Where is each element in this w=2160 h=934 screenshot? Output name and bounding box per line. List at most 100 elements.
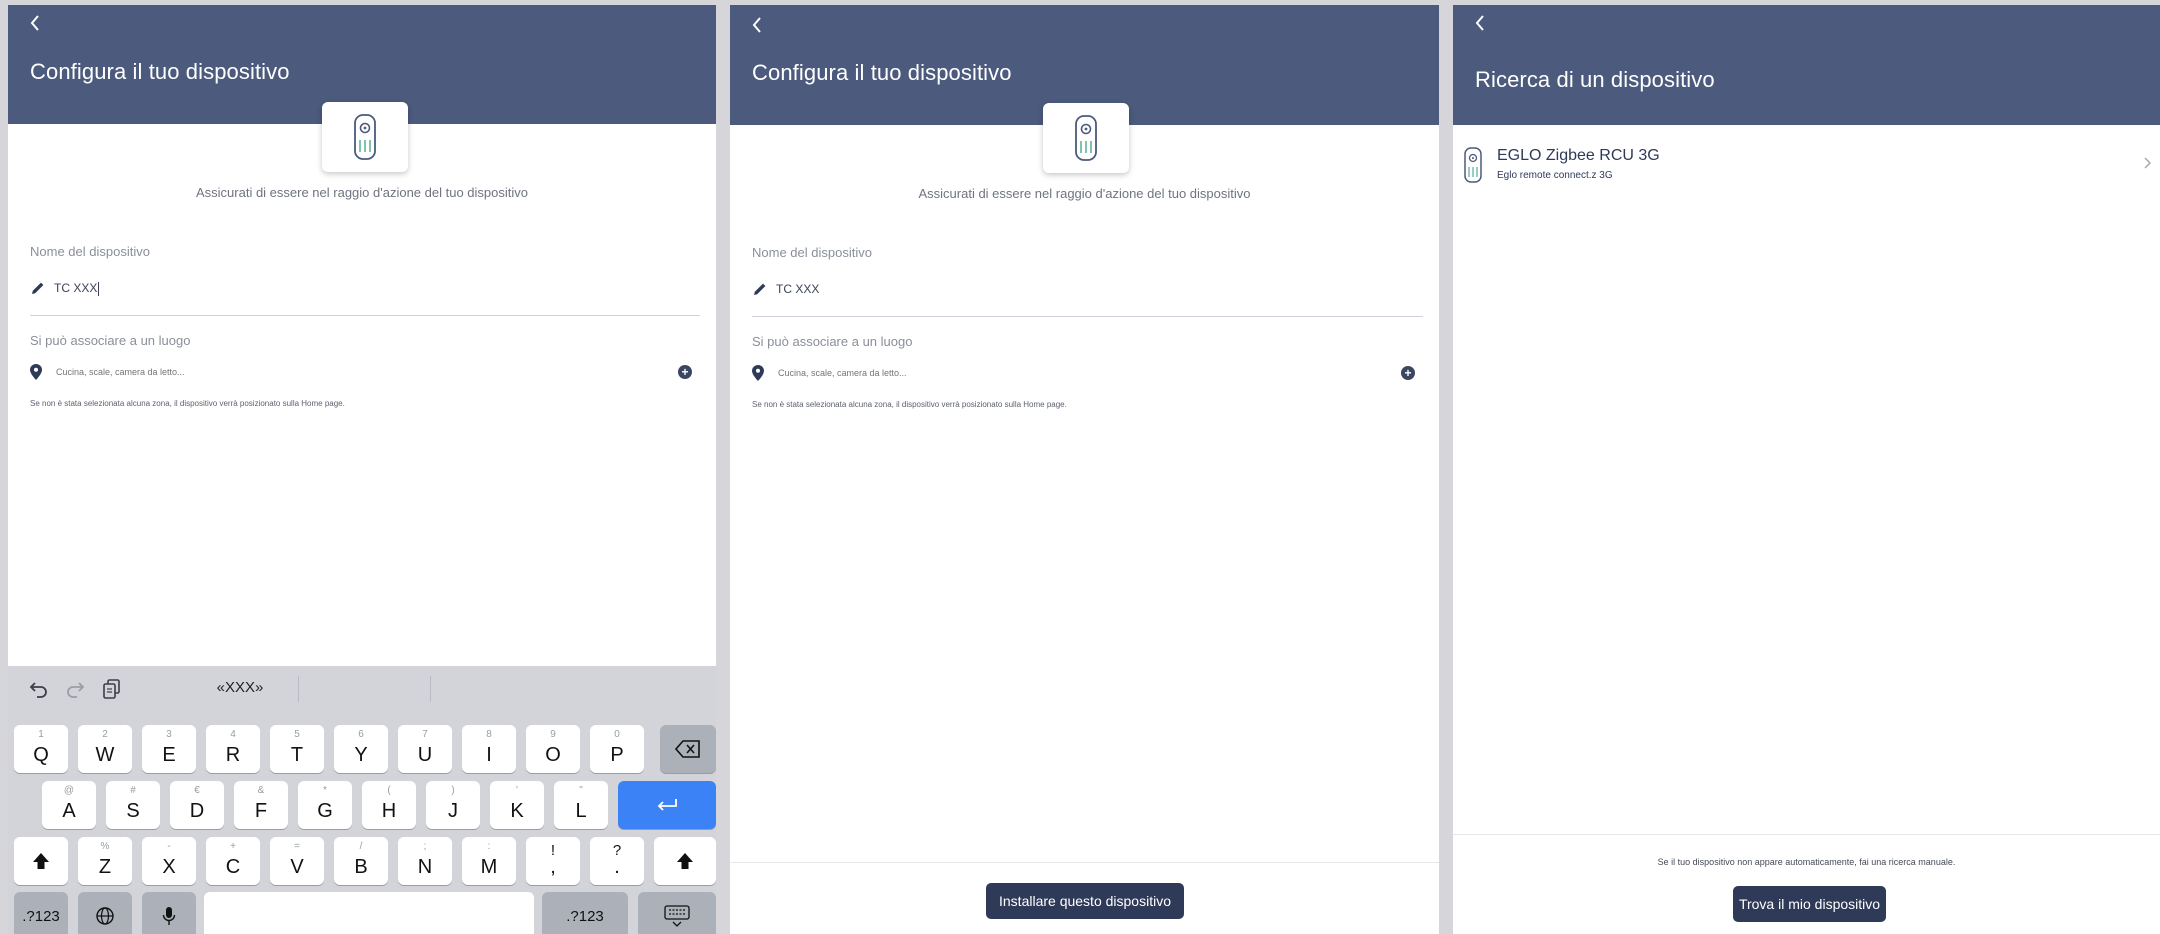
text-caret: [98, 281, 100, 296]
range-hint: Assicurati di essere nel raggio d'azione…: [918, 186, 1251, 201]
redo-icon[interactable]: [64, 678, 86, 700]
device-name-input[interactable]: TC XXX: [776, 282, 819, 296]
configure-screen-keyboard: Configura il tuo dispositivo Assicurati …: [8, 5, 716, 934]
back-button[interactable]: [750, 15, 774, 39]
back-chevron-icon: [30, 15, 39, 31]
pencil-icon: [754, 283, 766, 295]
plus-circle-icon[interactable]: +: [1401, 366, 1415, 380]
keyboard-toolbar: «XXX»: [8, 666, 716, 712]
globe-key[interactable]: [78, 892, 132, 934]
page-title: Configura il tuo dispositivo: [30, 59, 290, 84]
hide-keyboard-key[interactable]: [638, 892, 716, 934]
suggestion-divider: [298, 676, 299, 702]
key-u[interactable]: 7U: [398, 725, 452, 773]
keyboard-suggestion[interactable]: «XXX»: [176, 679, 304, 696]
numbers-key-left[interactable]: .?123: [14, 892, 68, 934]
location-input[interactable]: [56, 367, 556, 377]
key-r[interactable]: 4R: [206, 725, 260, 773]
device-name-field[interactable]: TC XXX: [30, 276, 700, 316]
key-p[interactable]: 0P: [590, 725, 644, 773]
key-g[interactable]: * G: [298, 781, 352, 829]
key-e[interactable]: 3E: [142, 725, 196, 773]
chevron-right-icon: [2144, 157, 2151, 169]
key-d[interactable]: € D: [170, 781, 224, 829]
shift-key-left[interactable]: [14, 837, 68, 885]
paste-icon[interactable]: [101, 678, 123, 700]
key-y[interactable]: 6Y: [334, 725, 388, 773]
page-title: Ricerca di un dispositivo: [1475, 67, 1715, 92]
return-icon: [657, 799, 677, 811]
globe-icon: [96, 907, 114, 925]
search-device-screen: Ricerca di un dispositivo EGLO Zigbee RC…: [1453, 5, 2160, 934]
microphone-icon: [162, 907, 176, 925]
key-x[interactable]: -X: [142, 837, 196, 885]
shift-key-right[interactable]: [654, 837, 716, 885]
key-m[interactable]: :M: [462, 837, 516, 885]
footer: Installare questo dispositivo: [730, 862, 1439, 934]
key-l[interactable]: " L: [554, 781, 608, 829]
key-f[interactable]: & F: [234, 781, 288, 829]
device-subtitle: Eglo remote connect.z 3G: [1497, 170, 1613, 181]
key-b[interactable]: / B: [334, 837, 388, 885]
back-chevron-icon: [1475, 15, 1484, 31]
suggestion-divider: [430, 676, 431, 702]
location-label: Si può associare a un luogo: [752, 334, 913, 349]
device-list-item[interactable]: EGLO Zigbee RCU 3G Eglo remote connect.z…: [1463, 141, 2160, 185]
back-button[interactable]: [1473, 13, 1497, 37]
backspace-key[interactable]: [660, 725, 716, 773]
plus-circle-icon[interactable]: +: [678, 365, 692, 379]
back-button[interactable]: [28, 13, 52, 37]
onscreen-keyboard: «XXX» 1Q 2W 3E 4R 5T 6Y 7U 8I 9O 0P @ A #…: [8, 666, 716, 934]
key-k[interactable]: ' K: [490, 781, 544, 829]
key-n[interactable]: ; N: [398, 837, 452, 885]
remote-icon: [1464, 147, 1482, 183]
device-image-card: [1043, 103, 1129, 173]
find-device-button[interactable]: Trova il mio dispositivo: [1733, 886, 1886, 922]
back-chevron-icon: [752, 17, 761, 33]
key-w[interactable]: 2W: [78, 725, 132, 773]
shift-icon: [677, 853, 693, 869]
location-field[interactable]: +: [752, 364, 1415, 384]
device-image-card: [322, 102, 408, 172]
key-v[interactable]: = V: [270, 837, 324, 885]
return-key[interactable]: [618, 781, 716, 829]
location-input[interactable]: [778, 368, 1278, 378]
footer: Se il tuo dispositivo non appare automat…: [1453, 834, 2160, 934]
key-t[interactable]: 5T: [270, 725, 324, 773]
location-label: Si può associare a un luogo: [30, 333, 191, 348]
key-a[interactable]: @ A: [42, 781, 96, 829]
key-i[interactable]: 8I: [462, 725, 516, 773]
manual-search-hint: Se il tuo dispositivo non appare automat…: [1657, 857, 1956, 867]
install-device-button[interactable]: Installare questo dispositivo: [986, 883, 1184, 919]
numbers-key-right[interactable]: .?123: [542, 892, 628, 934]
key-o[interactable]: 9O: [526, 725, 580, 773]
backspace-icon: [675, 740, 700, 758]
key-z[interactable]: % Z: [78, 837, 132, 885]
range-hint: Assicurati di essere nel raggio d'azione…: [195, 185, 528, 200]
location-note: Se non è stata selezionata alcuna zona, …: [30, 399, 345, 408]
key-comma[interactable]: !,: [526, 837, 580, 885]
undo-icon[interactable]: [28, 678, 50, 700]
device-name-label: Nome del dispositivo: [30, 244, 150, 259]
location-pin-icon: [752, 365, 764, 381]
microphone-key[interactable]: [142, 892, 196, 934]
pencil-icon: [32, 282, 44, 294]
remote-icon: [1075, 115, 1097, 161]
key-period[interactable]: ?.: [590, 837, 644, 885]
key-s[interactable]: # S: [106, 781, 160, 829]
shift-icon: [33, 853, 49, 869]
configure-screen: Configura il tuo dispositivo Assicurati …: [730, 5, 1439, 934]
key-q[interactable]: 1Q: [14, 725, 68, 773]
keyboard-hide-icon: [664, 905, 690, 927]
device-name-field[interactable]: TC XXX: [752, 277, 1423, 317]
key-j[interactable]: ) J: [426, 781, 480, 829]
device-name: EGLO Zigbee RCU 3G: [1497, 147, 1660, 164]
device-name-input[interactable]: TC XXX: [54, 281, 100, 296]
screenshot-stage: Configura il tuo dispositivo Assicurati …: [0, 0, 2160, 934]
key-c[interactable]: + C: [206, 837, 260, 885]
space-bar[interactable]: [204, 892, 534, 934]
location-pin-icon: [30, 364, 42, 380]
key-h[interactable]: (H: [362, 781, 416, 829]
page-title: Configura il tuo dispositivo: [752, 60, 1012, 85]
location-field[interactable]: +: [30, 363, 692, 383]
